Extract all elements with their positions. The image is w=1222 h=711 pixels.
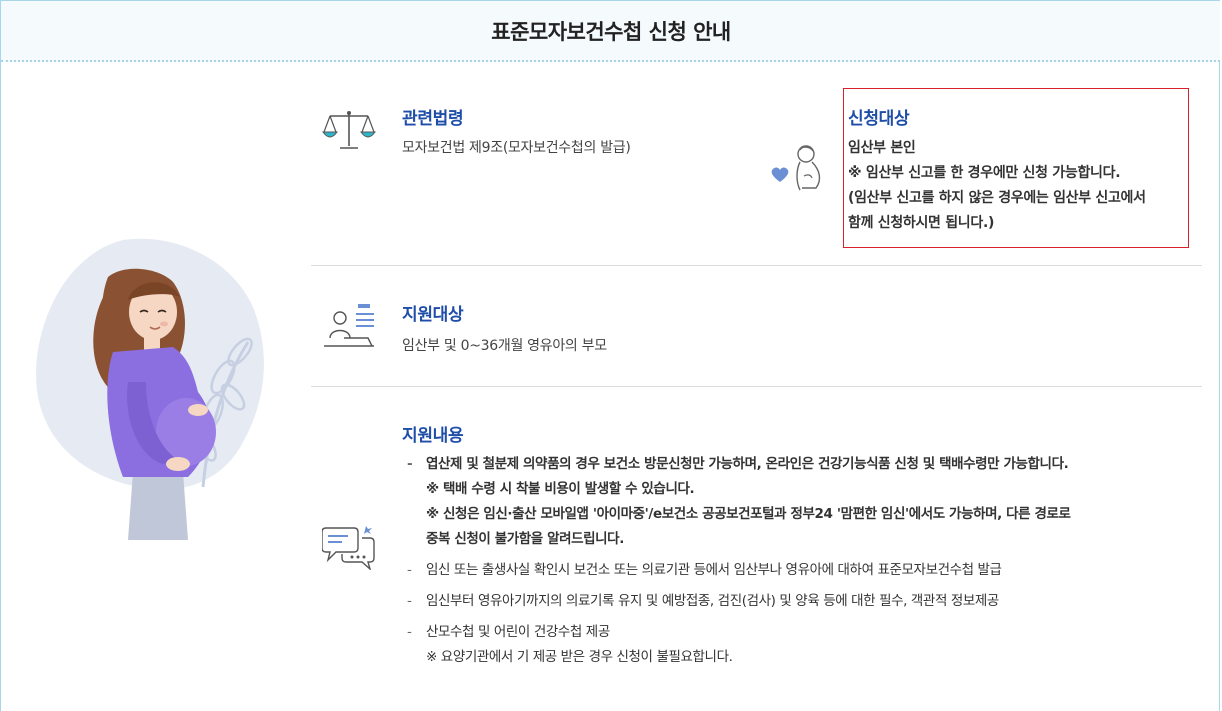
list-item: 임신부터 영유아기까지의 의료기록 유지 및 예방접종, 검진(검사) 및 양육…	[404, 589, 1204, 614]
scales-icon	[322, 111, 376, 149]
list-item-note: ※ 신청은 임신·출산 모바일앱 '아이마중'/e보건소 공공보건포털과 정부2…	[426, 506, 1071, 522]
list-item-text: 임신 또는 출생사실 확인시 보건소 또는 의료기관 등에서 임산부나 영유아에…	[426, 562, 1002, 578]
list-item-note: 중복 신청이 불가함을 알려드립니다.	[426, 531, 624, 547]
section-divider	[311, 386, 1202, 387]
list-item-note: ※ 택배 수령 시 착불 비용이 발생할 수 있습니다.	[426, 481, 695, 497]
law-text: 모자보건법 제9조(모자보건수첩의 발급)	[402, 140, 631, 156]
pregnant-woman-illustration	[36, 238, 264, 540]
law-title: 관련법령	[402, 109, 464, 129]
list-item-text: 엽산제 및 철분제 의약품의 경우 보건소 방문신청만 가능하며, 온라인은 건…	[426, 456, 1069, 472]
speech-bubbles-icon	[322, 526, 375, 570]
target-text: 임산부 및 0~36개월 영유아의 부모	[402, 338, 607, 354]
list-item: 엽산제 및 철분제 의약품의 경우 보건소 방문신청만 가능하며, 온라인은 건…	[404, 452, 1204, 552]
applicant-line-2: ※ 임산부 신고를 한 경우에만 신청 가능합니다.	[848, 165, 1121, 181]
target-title: 지원대상	[402, 305, 464, 325]
list-item-text: 산모수첩 및 어린이 건강수첩 제공	[426, 624, 610, 640]
list-item: 임신 또는 출생사실 확인시 보건소 또는 의료기관 등에서 임산부나 영유아에…	[404, 558, 1204, 583]
page-title: 표준모자보건수첩 신청 안내	[491, 20, 731, 44]
applicant-line-4: 함께 신청하시면 됩니다.)	[848, 215, 995, 231]
list-item: 산모수첩 및 어린이 건강수첩 제공 ※ 요양기관에서 기 제공 받은 경우 신…	[404, 620, 1204, 670]
applicant-line-1: 임산부 본인	[848, 140, 916, 156]
content-title: 지원내용	[402, 426, 464, 446]
applicant-line-3: (임산부 신고를 하지 않은 경우에는 임산부 신고에서	[848, 190, 1146, 206]
list-item-text: 임신부터 영유아기까지의 의료기록 유지 및 예방접종, 검진(검사) 및 양육…	[426, 593, 999, 609]
list-item-note: ※ 요양기관에서 기 제공 받은 경우 신청이 불필요합니다.	[426, 649, 733, 665]
section-divider	[311, 265, 1202, 266]
person-at-desk-icon	[324, 304, 374, 347]
applicant-title: 신청대상	[848, 109, 910, 129]
content-list: 엽산제 및 철분제 의약품의 경우 보건소 방문신청만 가능하며, 온라인은 건…	[404, 452, 1204, 676]
pregnant-woman-heart-icon	[771, 145, 821, 191]
